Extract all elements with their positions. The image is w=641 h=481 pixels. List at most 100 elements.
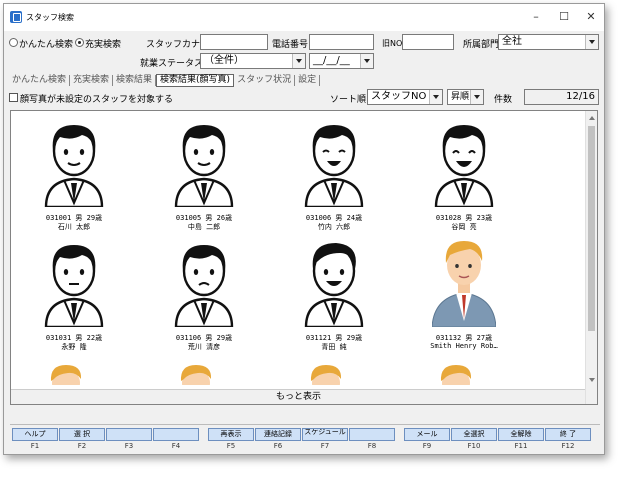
vertical-scrollbar[interactable] — [585, 111, 597, 404]
employment-status-value: （全件） — [204, 55, 244, 66]
show-more-button[interactable]: もっと表示 — [11, 389, 586, 404]
no-photo-checkbox[interactable] — [9, 93, 18, 102]
sort-select[interactable]: スタッフNO — [367, 89, 443, 105]
old-no-label: 旧NO — [382, 39, 403, 48]
mail-button[interactable]: メール — [404, 428, 450, 441]
contact-log-button[interactable]: 連絡記録 — [255, 428, 301, 441]
f4-button[interactable] — [153, 428, 199, 441]
staff-name: 永野 隆 — [61, 343, 87, 351]
fkey-label: F11 — [514, 442, 528, 450]
chevron-down-icon — [470, 90, 483, 104]
select-all-button[interactable]: 全選択 — [451, 428, 497, 441]
no-photo-label[interactable]: 顔写真が未設定のスタッフを対象する — [20, 92, 173, 105]
help-button[interactable]: ヘルプ — [12, 428, 58, 441]
tab-simple-search[interactable]: かんたん検索 — [9, 74, 71, 86]
tab-search-results[interactable]: 検索結果 — [113, 74, 157, 86]
cartoon-man-icon — [304, 243, 364, 327]
cartoon-man-icon — [304, 125, 364, 207]
chevron-down-icon — [585, 35, 598, 49]
f8-button[interactable] — [349, 428, 395, 441]
photo-grid: 031001 男 29歳 石川 太郎 031005 男 26歳 中島 二郎 03… — [10, 110, 598, 405]
fkey-label: F10 — [467, 442, 481, 450]
fkey-label: F3 — [124, 442, 134, 450]
scroll-thumb[interactable] — [588, 126, 595, 331]
date-select[interactable]: __/__/__ — [309, 53, 374, 69]
select-button[interactable]: 選 択 — [59, 428, 105, 441]
window-title: スタッフ検索 — [26, 13, 74, 22]
staff-name: 青田 純 — [321, 343, 347, 351]
department-label: 所属部門 — [463, 40, 500, 50]
scroll-down-icon[interactable] — [589, 378, 595, 382]
fkey-label: F1 — [30, 442, 40, 450]
fkey-label: F12 — [561, 442, 575, 450]
chevron-down-icon — [429, 90, 442, 104]
staff-search-window: スタッフ検索 – ☐ ✕ かんたん検索 充実検索 スタッフカナ 電話番号 旧NO… — [3, 3, 605, 455]
minimize-button[interactable]: – — [522, 8, 550, 26]
sort-label: ソート順 — [330, 95, 367, 105]
staff-card-partial[interactable] — [306, 363, 346, 385]
staff-card[interactable]: 031006 男 24歳 竹内 六郎 — [279, 119, 389, 237]
businessman-illustration-icon — [310, 365, 342, 385]
staff-card[interactable]: 031106 男 29歳 荒川 清彦 — [149, 239, 259, 357]
deselect-all-button[interactable]: 全解除 — [498, 428, 544, 441]
schedule-button[interactable]: スケジュール — [302, 428, 348, 441]
tab-full-search[interactable]: 充実検索 — [70, 74, 114, 86]
fkey-label: F7 — [320, 442, 330, 450]
cartoon-man-icon — [174, 125, 234, 207]
businessman-illustration-icon — [180, 365, 212, 385]
exit-button[interactable]: 終 了 — [545, 428, 591, 441]
f3-button[interactable] — [106, 428, 152, 441]
employment-status-label: 就業ステータス — [140, 59, 204, 69]
staff-name: Smith Henry Rob… — [430, 342, 498, 350]
fkey-label: F6 — [273, 442, 283, 450]
phone-input[interactable] — [309, 34, 374, 50]
order-value: 昇順 — [451, 92, 470, 102]
department-select[interactable]: 全社 — [498, 34, 599, 50]
simple-mode-radio[interactable] — [9, 38, 18, 47]
refresh-button[interactable]: 再表示 — [208, 428, 254, 441]
staff-kana-label: スタッフカナ — [146, 40, 201, 50]
cartoon-man-icon — [434, 125, 494, 207]
title-bar: スタッフ検索 – ☐ ✕ — [4, 4, 604, 31]
staff-card-partial[interactable] — [176, 363, 216, 385]
fkey-label: F9 — [422, 442, 432, 450]
full-mode-radio[interactable] — [75, 38, 84, 47]
simple-mode-label[interactable]: かんたん検索 — [19, 37, 73, 50]
close-button[interactable]: ✕ — [577, 8, 605, 26]
businessman-illustration-icon — [432, 241, 496, 327]
fkey-label: F4 — [171, 442, 181, 450]
app-icon — [10, 11, 22, 23]
employment-status-select[interactable]: （全件） — [200, 53, 306, 69]
businessman-illustration-icon — [440, 365, 472, 385]
cartoon-man-icon — [44, 245, 104, 327]
staff-card-partial[interactable] — [436, 363, 476, 385]
chevron-down-icon — [292, 54, 305, 68]
tab-search-results-photo[interactable]: 検索結果(顔写真) — [156, 73, 235, 87]
old-no-input[interactable] — [402, 34, 454, 50]
staff-card[interactable]: 031001 男 29歳 石川 太郎 — [19, 119, 129, 237]
maximize-button[interactable]: ☐ — [550, 8, 578, 26]
sort-value: スタッフNO — [371, 91, 427, 102]
staff-card[interactable]: 031121 男 29歳 青田 純 — [279, 239, 389, 357]
cartoon-man-icon — [174, 245, 234, 327]
fkey-label: F5 — [226, 442, 236, 450]
function-key-bar: ヘルプ F1 選 択 F2 F3 F4 再表示 F5 連絡記録 F6 スケジュー… — [10, 424, 600, 450]
fkey-label: F2 — [77, 442, 87, 450]
staff-card-partial[interactable] — [46, 363, 86, 385]
staff-card[interactable]: 031132 男 27歳 Smith Henry Rob… — [409, 229, 519, 350]
staff-kana-input[interactable] — [200, 34, 268, 50]
tab-bar: かんたん検索 充実検索 検索結果 検索結果(顔写真) スタッフ状況 設定 — [9, 73, 321, 87]
count-value: 12/16 — [524, 89, 599, 105]
staff-card[interactable]: 031005 男 26歳 中島 二郎 — [149, 119, 259, 237]
full-mode-label[interactable]: 充実検索 — [85, 37, 121, 50]
tab-staff-status[interactable]: スタッフ状況 — [234, 74, 296, 86]
order-select[interactable]: 昇順 — [447, 89, 484, 105]
chevron-down-icon — [360, 54, 373, 68]
phone-label: 電話番号 — [272, 40, 309, 50]
tab-settings[interactable]: 設定 — [295, 74, 321, 86]
scroll-up-icon[interactable] — [589, 116, 595, 120]
staff-name: 中島 二郎 — [187, 223, 221, 231]
staff-card[interactable]: 031028 男 23歳 谷岡 亮 — [409, 119, 519, 237]
cartoon-man-icon — [44, 125, 104, 207]
staff-card[interactable]: 031031 男 22歳 永野 隆 — [19, 239, 129, 357]
